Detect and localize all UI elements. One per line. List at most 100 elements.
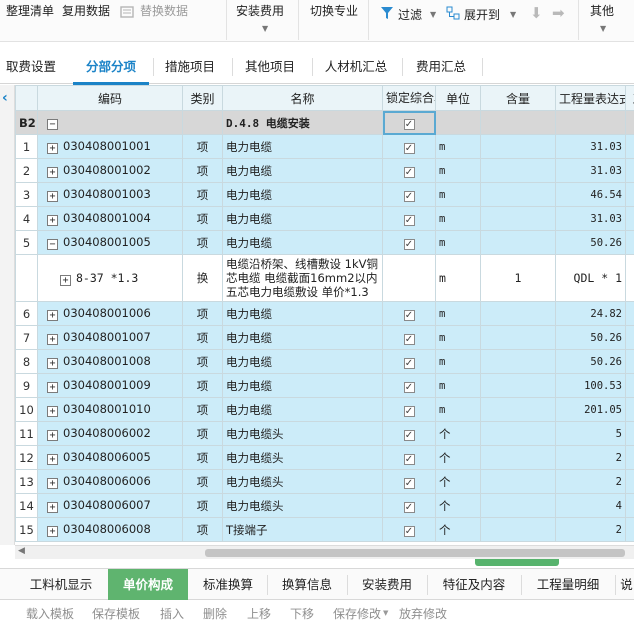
lock-checkbox[interactable]: ✓ [403, 454, 415, 465]
item-quantity[interactable]: 46.54 [555, 182, 626, 207]
item-quantity[interactable]: 31.03 [555, 158, 626, 183]
col-code[interactable]: 编码 [37, 85, 183, 111]
tab-other-items[interactable]: 其他项目 [236, 50, 304, 83]
tab-quantity-detail[interactable]: 工程量明细 [525, 569, 611, 600]
col-more[interactable]: 工 [625, 85, 634, 111]
expand-icon[interactable]: + [47, 310, 58, 321]
move-down-icon[interactable]: ⬇ [530, 4, 543, 22]
tab-unit-price-composition[interactable]: 单价构成 [108, 569, 188, 600]
expand-icon[interactable]: + [60, 274, 71, 286]
tab-itemized[interactable]: 分部分项 [73, 50, 149, 83]
expand-icon[interactable]: + [47, 382, 58, 393]
expand-icon[interactable]: + [47, 358, 58, 369]
table-row[interactable]: 12 +030408006005 项 电力电缆头 ✓ 个 2 [15, 445, 634, 470]
load-template-button[interactable]: 载入模板 [26, 605, 74, 622]
lock-checkbox[interactable]: ✓ [403, 119, 415, 130]
item-quantity[interactable]: 201.05 [555, 397, 626, 422]
item-quantity[interactable]: 5 [555, 421, 626, 446]
panel-resize-handle[interactable] [475, 559, 559, 566]
other-button[interactable]: 其他 [590, 3, 614, 19]
collapse-arrow-icon[interactable]: ‹ [2, 90, 8, 106]
install-fee-button[interactable]: 安装费用 [236, 3, 284, 19]
expand-icon[interactable]: + [47, 502, 58, 513]
insert-button[interactable]: 插入 [160, 605, 184, 622]
collapse-icon[interactable]: − [47, 239, 58, 250]
discard-changes-button[interactable]: 放弃修改 [399, 605, 447, 622]
item-quantity[interactable]: 24.82 [555, 301, 626, 326]
item-quantity[interactable]: 31.03 [555, 134, 626, 159]
item-quantity[interactable]: 2 [555, 517, 626, 542]
item-quantity[interactable]: 50.26 [555, 230, 626, 255]
reuse-data-button[interactable]: 复用数据 [62, 3, 110, 19]
table-row[interactable]: 11 +030408006002 项 电力电缆头 ✓ 个 5 [15, 421, 634, 446]
item-quantity[interactable]: 50.26 [555, 325, 626, 350]
table-row[interactable]: 1 +030408001001 项 电力电缆 ✓ m 31.03 [15, 134, 634, 159]
expand-icon[interactable]: + [47, 430, 58, 441]
table-row[interactable]: 13 +030408006006 项 电力电缆头 ✓ 个 2 [15, 469, 634, 494]
lock-checkbox[interactable]: ✓ [403, 406, 415, 417]
col-name[interactable]: 名称 [222, 85, 383, 111]
save-changes-button[interactable]: 保存修改 [333, 605, 381, 622]
lock-checkbox[interactable]: ✓ [403, 430, 415, 441]
table-row[interactable]: 9 +030408001009 项 电力电缆 ✓ m 100.53 [15, 373, 634, 398]
filter-button[interactable]: 过滤 [398, 7, 422, 23]
collapse-button[interactable]: − [37, 110, 183, 135]
expand-icon[interactable]: + [47, 478, 58, 489]
col-quantity-expr[interactable]: 工程量表达式 [555, 85, 626, 111]
tab-standard-conversion[interactable]: 标准换算 [192, 569, 264, 600]
switch-major-button[interactable]: 切换专业 [310, 3, 358, 19]
item-quantity[interactable]: 2 [555, 445, 626, 470]
col-unit[interactable]: 单位 [435, 85, 481, 111]
item-quantity[interactable]: 2 [555, 469, 626, 494]
horizontal-scrollbar[interactable]: ◀ [15, 545, 634, 559]
lock-checkbox[interactable]: ✓ [403, 502, 415, 513]
lock-checkbox[interactable]: ✓ [403, 526, 415, 537]
table-row[interactable]: 2 +030408001002 项 电力电缆 ✓ m 31.03 [15, 158, 634, 183]
tab-install-fee[interactable]: 安装费用 [351, 569, 423, 600]
tab-cost-summary[interactable]: 费用汇总 [406, 50, 476, 83]
item-quantity[interactable]: 100.53 [555, 373, 626, 398]
lock-checkbox[interactable]: ✓ [403, 358, 415, 369]
expand-icon[interactable]: + [47, 215, 58, 226]
delete-button[interactable]: 删除 [203, 605, 227, 622]
tab-labor-material-summary[interactable]: 人材机汇总 [316, 50, 396, 83]
lock-checkbox[interactable]: ✓ [403, 191, 415, 202]
table-row[interactable]: 7 +030408001007 项 电力电缆 ✓ m 50.26 [15, 325, 634, 350]
expand-icon[interactable]: + [47, 143, 58, 154]
tab-conversion-info[interactable]: 换算信息 [271, 569, 343, 600]
lock-checkbox[interactable]: ✓ [403, 143, 415, 154]
expand-icon[interactable]: + [47, 334, 58, 345]
item-quantity[interactable]: 31.03 [555, 206, 626, 231]
move-down-button[interactable]: 下移 [290, 605, 314, 622]
move-right-icon[interactable]: ➡ [552, 4, 565, 22]
expand-icon[interactable]: + [47, 191, 58, 202]
replace-data-button[interactable]: 替换数据 [140, 3, 188, 19]
group-row[interactable]: B2 − D.4.8 电缆安装 ✓ [15, 110, 634, 135]
table-row[interactable]: 10 +030408001010 项 电力电缆 ✓ m 201.05 [15, 397, 634, 422]
item-quantity[interactable]: 50.26 [555, 349, 626, 374]
expand-icon[interactable]: + [47, 406, 58, 417]
expand-icon[interactable]: + [47, 454, 58, 465]
quota-quantity-expr[interactable]: QDL * 1 [555, 254, 626, 302]
save-template-button[interactable]: 保存模板 [92, 605, 140, 622]
lock-checkbox[interactable]: ✓ [403, 215, 415, 226]
tab-description[interactable]: 说 [619, 569, 634, 600]
lock-checkbox[interactable]: ✓ [403, 334, 415, 345]
expand-to-button[interactable]: 展开到 [464, 7, 500, 23]
move-up-button[interactable]: 上移 [247, 605, 271, 622]
tab-labor-material-display[interactable]: 工料机显示 [20, 569, 102, 600]
lock-checkbox[interactable]: ✓ [403, 239, 415, 250]
collapse-icon[interactable]: − [47, 119, 58, 130]
col-type[interactable]: 类别 [182, 85, 223, 111]
table-row[interactable]: 14 +030408006007 项 电力电缆头 ✓ 个 4 [15, 493, 634, 518]
table-row[interactable]: 15 +030408006008 项 T接端子 ✓ 个 2 [15, 517, 634, 542]
lock-checkbox[interactable]: ✓ [403, 310, 415, 321]
table-row[interactable]: 5 −030408001005 项 电力电缆 ✓ m 50.26 [15, 230, 634, 255]
table-row[interactable]: 8 +030408001008 项 电力电缆 ✓ m 50.26 [15, 349, 634, 374]
expand-icon[interactable]: + [47, 526, 58, 537]
item-quantity[interactable]: 4 [555, 493, 626, 518]
lock-checkbox[interactable]: ✓ [403, 478, 415, 489]
scroll-left-icon[interactable]: ◀ [18, 546, 25, 556]
table-row[interactable]: 6 +030408001006 项 电力电缆 ✓ m 24.82 [15, 301, 634, 326]
scroll-thumb[interactable] [205, 549, 625, 557]
